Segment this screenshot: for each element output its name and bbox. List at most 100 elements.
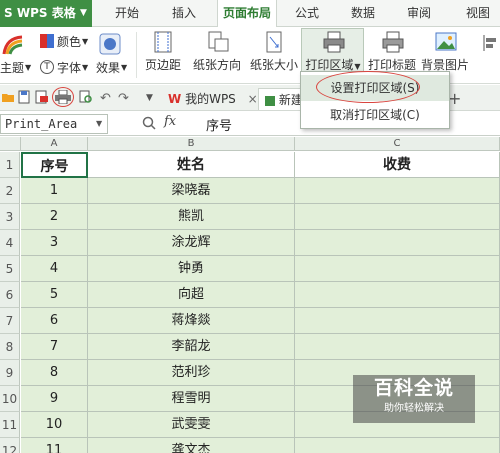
table-cell-fee[interactable] — [295, 230, 500, 256]
redo-icon[interactable]: ↷ — [118, 91, 129, 106]
table-cell-index[interactable]: 7 — [21, 334, 88, 360]
menu-insert[interactable]: 插入 — [161, 0, 207, 27]
function-icon[interactable]: fx — [164, 114, 176, 129]
row-header[interactable]: 2 — [0, 178, 20, 204]
table-cell-fee[interactable] — [295, 308, 500, 334]
undo-icon[interactable]: ↶ — [100, 91, 111, 106]
effect-button[interactable]: 效果 ▼ — [96, 57, 127, 77]
table-cell-index[interactable]: 4 — [21, 256, 88, 282]
row-header[interactable]: 7 — [0, 308, 20, 334]
table-cell-fee[interactable] — [295, 178, 500, 204]
watermark-subtitle: 助你轻松解决 — [384, 403, 444, 414]
table-cell-index[interactable]: 2 — [21, 204, 88, 230]
table-cell-fee[interactable] — [295, 438, 500, 453]
table-cell-name[interactable]: 钟勇 — [88, 256, 295, 282]
effect-label: 效果 — [96, 60, 121, 75]
row-header[interactable]: 5 — [0, 256, 20, 282]
table-cell-name[interactable]: 程雪明 — [88, 386, 295, 412]
column-header-a[interactable]: A — [21, 137, 88, 151]
tab-new-workbook[interactable]: 新建 — [258, 88, 304, 110]
row-header[interactable]: 9 — [0, 360, 20, 386]
table-cell-fee[interactable] — [295, 204, 500, 230]
watermark-title: 百科全说 — [373, 377, 454, 399]
row-header[interactable]: 10 — [0, 386, 20, 412]
name-box[interactable]: Print_Area — [0, 114, 108, 134]
column-header-c[interactable]: C — [295, 137, 500, 151]
menu-view[interactable]: 视图 — [456, 0, 500, 27]
select-all-corner[interactable] — [0, 137, 21, 151]
theme-icon — [2, 34, 26, 56]
menu-data[interactable]: 数据 — [340, 0, 386, 27]
table-cell-index[interactable]: 3 — [21, 230, 88, 256]
row-header[interactable]: 8 — [0, 334, 20, 360]
column-header-b[interactable]: B — [88, 137, 295, 151]
table-cell-fee[interactable] — [295, 282, 500, 308]
chevron-down-icon[interactable]: ▼ — [96, 119, 102, 128]
table-cell-name[interactable]: 梁晓磊 — [88, 178, 295, 204]
app-title: WPS 表格 — [16, 6, 76, 20]
row-header[interactable]: 11 — [0, 412, 20, 438]
paper-size-button[interactable]: 纸张大小 — [250, 31, 298, 79]
cancel-print-area-item[interactable]: 取消打印区域(C) — [301, 102, 449, 128]
paper-size-label: 纸张大小 — [250, 58, 299, 72]
table-cell-index[interactable]: 6 — [21, 308, 88, 334]
margins-button[interactable]: 页边距 — [142, 31, 184, 79]
theme-button[interactable]: 主题 ▼ — [0, 57, 31, 77]
font-button[interactable]: T 字体 ▼ — [40, 57, 88, 77]
orientation-button[interactable]: 纸张方向 — [188, 31, 246, 79]
menu-start[interactable]: 开始 — [103, 0, 151, 27]
print-preview-icon[interactable] — [79, 90, 93, 104]
menu-review[interactable]: 审阅 — [396, 0, 442, 27]
toolbar-more-icon[interactable]: ▼ — [146, 93, 153, 103]
table-cell-index[interactable]: 5 — [21, 282, 88, 308]
tab-my-wps[interactable]: W 我的WPS × — [162, 88, 258, 110]
open-folder-icon[interactable] — [2, 91, 14, 103]
close-icon[interactable]: × — [248, 92, 258, 106]
header-cell-name[interactable]: 姓名 — [88, 152, 295, 178]
header-cell-fee[interactable]: 收费 — [295, 152, 500, 178]
table-cell-index[interactable]: 8 — [21, 360, 88, 386]
orientation-icon — [207, 31, 229, 53]
orientation-label: 纸张方向 — [192, 58, 241, 72]
table-cell-index[interactable]: 1 — [21, 178, 88, 204]
row-header[interactable]: 6 — [0, 282, 20, 308]
table-cell-name[interactable]: 范利珍 — [88, 360, 295, 386]
wps-logo-icon: S — [4, 6, 13, 20]
sheet-icon — [265, 95, 275, 106]
save-icon[interactable] — [18, 90, 30, 104]
table-cell-fee[interactable] — [295, 334, 500, 360]
table-cell-index[interactable]: 11 — [21, 438, 88, 453]
color-button[interactable]: 颜色 ▼ — [40, 31, 88, 51]
row-header[interactable]: 3 — [0, 204, 20, 230]
table-cell-index[interactable]: 9 — [21, 386, 88, 412]
add-tab-icon[interactable]: + — [448, 89, 461, 108]
export-pdf-icon[interactable] — [35, 90, 49, 104]
table-cell-name[interactable]: 武雯雯 — [88, 412, 295, 438]
table-cell-name[interactable]: 涂龙辉 — [88, 230, 295, 256]
print-area-label: 打印区域 — [305, 58, 354, 72]
formula-input[interactable]: 序号 — [206, 115, 232, 134]
margins-label: 页边距 — [144, 58, 181, 72]
menu-formula[interactable]: 公式 — [285, 0, 329, 27]
table-cell-fee[interactable] — [295, 256, 500, 282]
table-cell-name[interactable]: 龚文杰 — [88, 438, 295, 453]
table-cell-index[interactable]: 10 — [21, 412, 88, 438]
print-icon[interactable] — [55, 89, 71, 105]
watermark: 百科全说 助你轻松解决 — [353, 375, 475, 423]
highlight-ellipse — [316, 71, 420, 103]
table-cell-name[interactable]: 李韶龙 — [88, 334, 295, 360]
zoom-icon[interactable] — [142, 116, 156, 130]
chevron-down-icon: ▼ — [82, 62, 89, 72]
chevron-down-icon: ▼ — [80, 8, 87, 18]
app-menu-button[interactable]: S WPS 表格 ▼ — [0, 0, 92, 27]
row-header[interactable]: 12 — [0, 438, 20, 453]
row-header[interactable]: 4 — [0, 230, 20, 256]
align-icon[interactable] — [480, 33, 500, 53]
table-cell-name[interactable]: 向超 — [88, 282, 295, 308]
menu-page-layout[interactable]: 页面布局 — [217, 0, 277, 28]
table-cell-name[interactable]: 熊凯 — [88, 204, 295, 230]
print-titles-icon — [382, 31, 404, 53]
table-cell-name[interactable]: 蒋烽燚 — [88, 308, 295, 334]
header-cell-index[interactable]: 序号 — [21, 152, 88, 178]
row-header[interactable]: 1 — [0, 152, 20, 178]
